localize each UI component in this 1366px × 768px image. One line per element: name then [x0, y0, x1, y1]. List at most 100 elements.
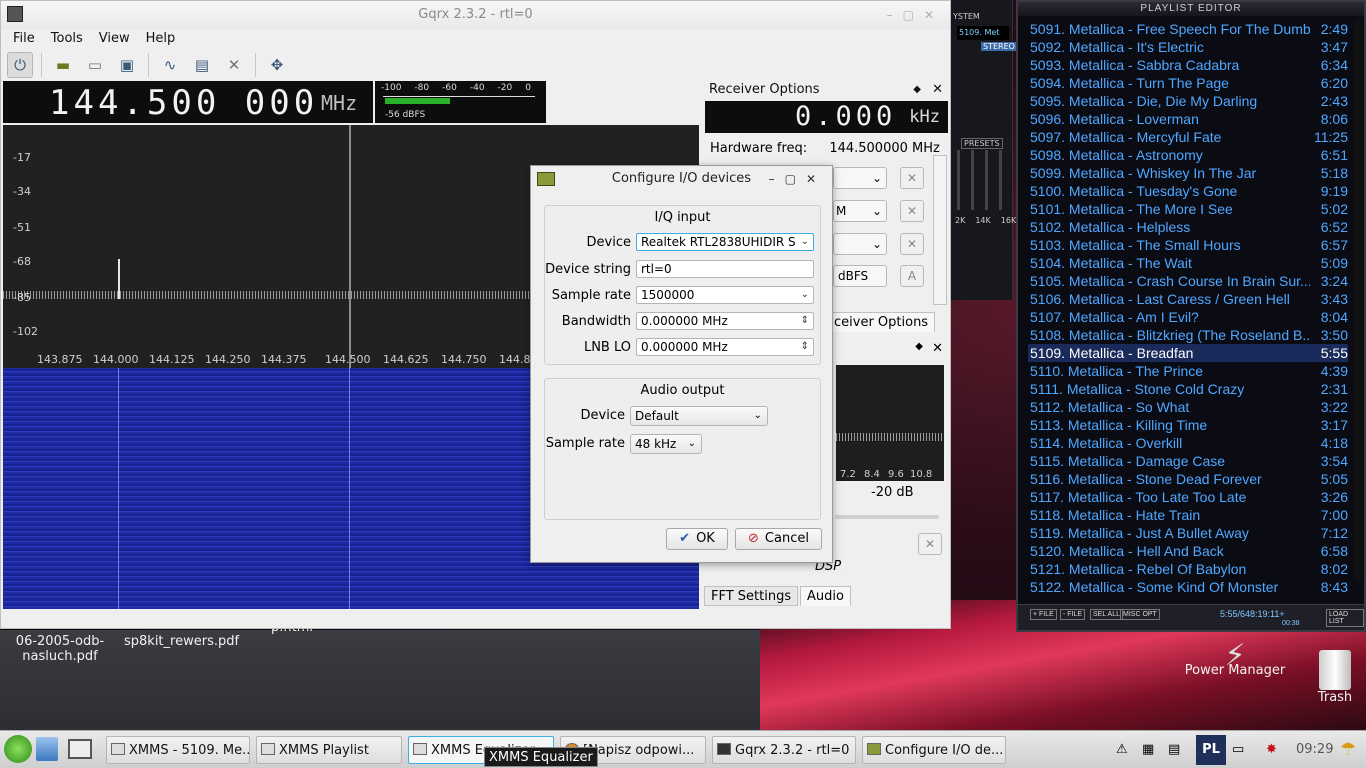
- playlist-item[interactable]: 5109. Metallica - Breadfan 5:55: [1028, 344, 1348, 362]
- audio-fft-plot[interactable]: 7.2 8.4 9.6 10.8: [836, 365, 944, 481]
- desktop-icon-pdf-1[interactable]: 06-2005-odb-nasluch.pdf: [10, 634, 110, 664]
- gqrx-titlebar[interactable]: Gqrx 2.3.2 - rtl=0 –▢✕: [1, 1, 950, 29]
- show-desktop-icon[interactable]: [68, 739, 92, 759]
- filter-options-icon[interactable]: ✕: [900, 167, 924, 189]
- iq-sample-rate-combo[interactable]: 1500000 ⌄: [636, 286, 814, 304]
- playlist-item[interactable]: 5119. Metallica - Just A Bullet Away 7:12: [1028, 524, 1348, 542]
- xmms-playlist-window[interactable]: PLAYLIST EDITOR 5091. Metallica - Free S…: [1016, 0, 1366, 632]
- maximize-icon[interactable]: ▢: [903, 8, 924, 22]
- ok-button[interactable]: ✔ OK: [666, 528, 728, 550]
- spin-arrows-icon[interactable]: ⇕: [801, 313, 809, 329]
- task-xmms-main[interactable]: XMMS - 5109. Me...: [106, 736, 250, 764]
- playlist-item[interactable]: 5100. Metallica - Tuesday's Gone 9:19: [1028, 182, 1348, 200]
- remove-file-button[interactable]: - FILE: [1060, 609, 1086, 620]
- tab-fft-settings[interactable]: FFT Settings: [704, 586, 799, 606]
- network-icon[interactable]: ▦: [1142, 736, 1154, 764]
- playlist-item[interactable]: 5101. Metallica - The More I See 5:02: [1028, 200, 1348, 218]
- add-file-button[interactable]: + FILE: [1030, 609, 1057, 620]
- tab-audio[interactable]: Audio: [800, 586, 851, 606]
- playlist-item[interactable]: 5111. Metallica - Stone Cold Crazy 2:31: [1028, 380, 1348, 398]
- remote-control-icon[interactable]: ▤: [189, 52, 215, 78]
- audio-rate-select[interactable]: 48 kHz ⌄: [630, 434, 702, 454]
- playlist-item[interactable]: 5114. Metallica - Overkill 4:18: [1028, 434, 1348, 452]
- playlist-item[interactable]: 5092. Metallica - It's Electric 3:47: [1028, 38, 1348, 56]
- playlist-item[interactable]: 5105. Metallica - Crash Course In Brain …: [1028, 272, 1348, 290]
- playlist-item[interactable]: 5113. Metallica - Killing Time 3:17: [1028, 416, 1348, 434]
- task-configure-io[interactable]: Configure I/O de...: [862, 736, 1006, 764]
- file-manager-icon[interactable]: [36, 737, 58, 761]
- desktop-icon-trash[interactable]: Trash: [1310, 650, 1360, 705]
- task-gqrx[interactable]: Gqrx 2.3.2 - rtl=0: [712, 736, 856, 764]
- agc-options-icon[interactable]: ✕: [900, 233, 924, 255]
- fullscreen-icon[interactable]: ✥: [264, 52, 290, 78]
- menu-view[interactable]: View: [91, 29, 138, 49]
- playlist-item[interactable]: 5117. Metallica - Too Late Too Late 3:26: [1028, 488, 1348, 506]
- playlist-item[interactable]: 5108. Metallica - Blitzkrieg (The Rosela…: [1028, 326, 1348, 344]
- playlist-item[interactable]: 5115. Metallica - Damage Case 3:54: [1028, 452, 1348, 470]
- playlist-item[interactable]: 5122. Metallica - Some Kind Of Monster 8:…: [1028, 578, 1348, 596]
- audio-device-select[interactable]: Default ⌄: [630, 406, 768, 426]
- misc-options-button[interactable]: MISC OPT: [1120, 609, 1160, 620]
- playlist-item[interactable]: 5121. Metallica - Rebel Of Babylon 8:02: [1028, 560, 1348, 578]
- mode-options-icon[interactable]: ✕: [900, 200, 924, 222]
- display-icon[interactable]: ▭: [1232, 736, 1244, 764]
- playlist-item[interactable]: 5104. Metallica - The Wait 5:09: [1028, 254, 1348, 272]
- power-icon[interactable]: ⏻: [7, 52, 33, 78]
- clock[interactable]: 09:29: [1296, 736, 1333, 764]
- tab-receiver-options[interactable]: ceiver Options: [827, 312, 936, 332]
- audio-gain-slider[interactable]: [835, 515, 939, 519]
- desktop-icon-pdf-2[interactable]: sp8kit_rewers.pdf: [124, 634, 239, 649]
- minimize-icon[interactable]: –: [769, 172, 785, 186]
- close-icon[interactable]: ✕: [806, 172, 826, 186]
- lnb-spinbox[interactable]: 0.000000 MHz ⇕: [636, 338, 814, 356]
- filter-offset-display[interactable]: 0.000 kHz: [705, 101, 948, 133]
- task-xmms-playlist[interactable]: XMMS Playlist: [256, 736, 402, 764]
- menu-tools[interactable]: Tools: [43, 29, 91, 49]
- save-icon[interactable]: ▣: [114, 52, 140, 78]
- open-folder-icon[interactable]: ▭: [82, 52, 108, 78]
- warning-icon[interactable]: ⚠: [1116, 736, 1128, 764]
- dialog-titlebar[interactable]: Configure I/O devices –▢✕: [531, 166, 832, 192]
- bandwidth-spinbox[interactable]: 0.000000 MHz ⇕: [636, 312, 814, 330]
- dialog-window-controls[interactable]: –▢✕: [769, 166, 826, 192]
- playlist-item[interactable]: 5095. Metallica - Die, Die My Darling 2:4…: [1028, 92, 1348, 110]
- squelch-auto-button[interactable]: A: [900, 265, 924, 287]
- playlist-item[interactable]: 5094. Metallica - Turn The Page 6:20: [1028, 74, 1348, 92]
- menu-help[interactable]: Help: [138, 29, 184, 49]
- playlist-item[interactable]: 5118. Metallica - Hate Train 7:00: [1028, 506, 1348, 524]
- float-icon[interactable]: ◆: [915, 341, 923, 352]
- xmms-main-window[interactable]: YSTEM 5109. Met STEREO PRESETS 2K 14K 16…: [951, 0, 1017, 300]
- keyboard-layout-indicator[interactable]: PL: [1196, 735, 1226, 765]
- playlist-item[interactable]: 5110. Metallica - The Prince 4:39: [1028, 362, 1348, 380]
- playlist-list[interactable]: 5091. Metallica - Free Speech For The Du…: [1028, 20, 1348, 596]
- xmms-presets-button[interactable]: PRESETS: [961, 138, 1003, 149]
- iq-device-select[interactable]: Realtek RTL2838UHIDIR S ⌄: [636, 233, 814, 251]
- close-icon[interactable]: ✕: [924, 8, 944, 22]
- playlist-item[interactable]: 5097. Metallica - Mercyful Fate 11:25: [1028, 128, 1348, 146]
- chameleon-icon[interactable]: ☂: [1340, 736, 1356, 764]
- playlist-item[interactable]: 5107. Metallica - Am I Evil? 8:04: [1028, 308, 1348, 326]
- playlist-item[interactable]: 5120. Metallica - Hell And Back 6:58: [1028, 542, 1348, 560]
- filter-width-combo[interactable]: ⌄: [833, 167, 887, 189]
- playlist-item[interactable]: 5093. Metallica - Sabbra Cadabra 6:34: [1028, 56, 1348, 74]
- playlist-item[interactable]: 5103. Metallica - The Small Hours 6:57: [1028, 236, 1348, 254]
- select-all-button[interactable]: SEL ALL: [1090, 609, 1123, 620]
- playlist-scrollbar[interactable]: [1354, 20, 1362, 580]
- spin-arrows-icon[interactable]: ⇕: [801, 339, 809, 355]
- waveform-icon[interactable]: ∿: [157, 52, 183, 78]
- load-list-button[interactable]: LOAD LIST: [1326, 609, 1364, 627]
- xmms-eq-sliders[interactable]: [957, 150, 1007, 210]
- squelch-spinbox[interactable]: dBFS: [833, 265, 887, 287]
- receiver-scrollbar[interactable]: [933, 155, 947, 305]
- playlist-item[interactable]: 5102. Metallica - Helpless 6:52: [1028, 218, 1348, 236]
- close-panel-icon[interactable]: ✕: [932, 81, 943, 99]
- audio-options-icon[interactable]: ✕: [918, 533, 942, 555]
- menu-file[interactable]: File: [5, 29, 43, 49]
- desktop-icon-power-manager[interactable]: ⚡ Power Manager: [1182, 641, 1288, 679]
- tools-icon[interactable]: ✕: [221, 52, 247, 78]
- io-devices-icon[interactable]: ▬: [50, 52, 76, 78]
- window-controls[interactable]: –▢✕: [887, 1, 944, 29]
- maximize-icon[interactable]: ▢: [785, 172, 806, 186]
- float-icon[interactable]: ◆: [913, 81, 921, 99]
- playlist-item[interactable]: 5096. Metallica - Loverman 8:06: [1028, 110, 1348, 128]
